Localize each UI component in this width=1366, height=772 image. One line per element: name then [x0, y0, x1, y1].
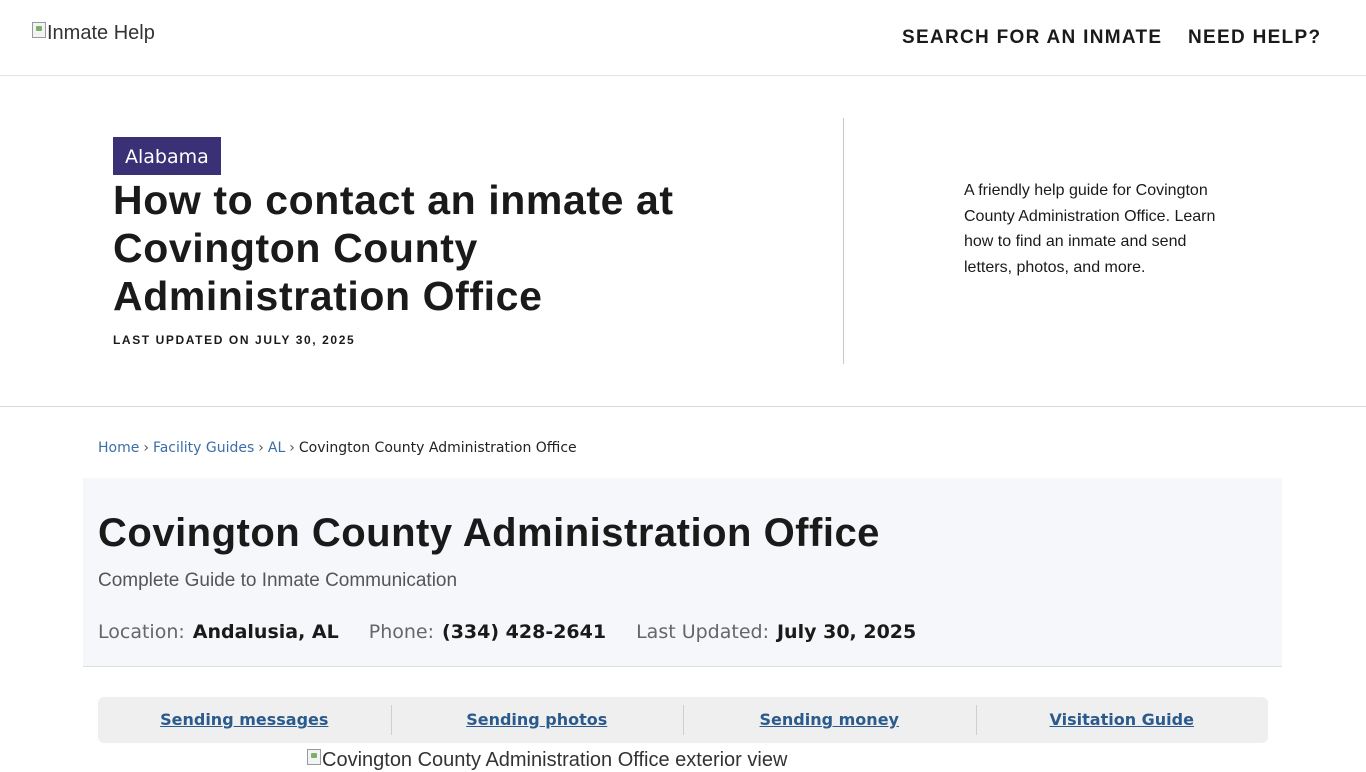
guide-tabs: Sending messages Sending photos Sending … [98, 697, 1268, 743]
last-updated-value: July 30, 2025 [776, 621, 917, 643]
hero-title: How to contact an inmate at Covington Co… [113, 177, 674, 319]
hero-blurb: A friendly help guide for Covington Coun… [964, 182, 1216, 276]
facility-header-card: Covington County Administration Office C… [83, 478, 1282, 667]
phone-label: Phone: [368, 621, 435, 643]
broken-image-icon [32, 22, 46, 38]
breadcrumb-separator: › [143, 440, 149, 456]
facility-exterior-image: Covington County Administration Office e… [307, 749, 787, 772]
state-badge[interactable]: Alabama [113, 137, 221, 175]
facility-exterior-image-alt-text: Covington County Administration Office e… [322, 749, 788, 771]
hero-last-updated: LAST UPDATED ON JULY 30, 2025 [113, 333, 356, 347]
broken-image-icon [307, 749, 321, 765]
hero-section: Alabama How to contact an inmate at Covi… [0, 76, 1366, 407]
location-value: Andalusia, AL [192, 621, 339, 643]
site-header: Inmate Help SEARCH FOR AN INMATE NEED HE… [0, 0, 1366, 76]
breadcrumb-state-link[interactable]: AL [268, 440, 285, 456]
tab-visitation-guide[interactable]: Visitation Guide [975, 697, 1269, 743]
nav-need-help-link[interactable]: NEED HELP? [1188, 27, 1321, 49]
tab-sending-money[interactable]: Sending money [683, 697, 976, 743]
facility-meta-row: Location: Andalusia, AL Phone: (334) 428… [98, 621, 946, 643]
last-updated-label: Last Updated: [636, 621, 769, 643]
facility-title: Covington County Administration Office [98, 511, 880, 555]
breadcrumb: Home › Facility Guides › AL › Covington County… [98, 440, 577, 456]
breadcrumb-facility-guides-link[interactable]: Facility Guides [153, 440, 254, 456]
breadcrumb-home-link[interactable]: Home [98, 440, 139, 456]
breadcrumb-separator: › [258, 440, 264, 456]
breadcrumb-separator: › [289, 440, 295, 456]
facility-subtitle: Complete Guide to Inmate Communication [98, 570, 458, 591]
hero-divider [843, 118, 844, 364]
nav-search-inmate-link[interactable]: SEARCH FOR AN INMATE [902, 27, 1162, 49]
location-label: Location: [98, 621, 185, 643]
breadcrumb-current: Covington County Administration Office [298, 440, 577, 456]
phone-value[interactable]: (334) 428-2641 [442, 621, 606, 643]
site-logo-link[interactable]: Inmate Help [32, 22, 155, 45]
tab-sending-photos[interactable]: Sending photos [390, 697, 684, 743]
tab-sending-messages[interactable]: Sending messages [98, 697, 391, 743]
site-logo-alt-text: Inmate Help [47, 22, 155, 44]
